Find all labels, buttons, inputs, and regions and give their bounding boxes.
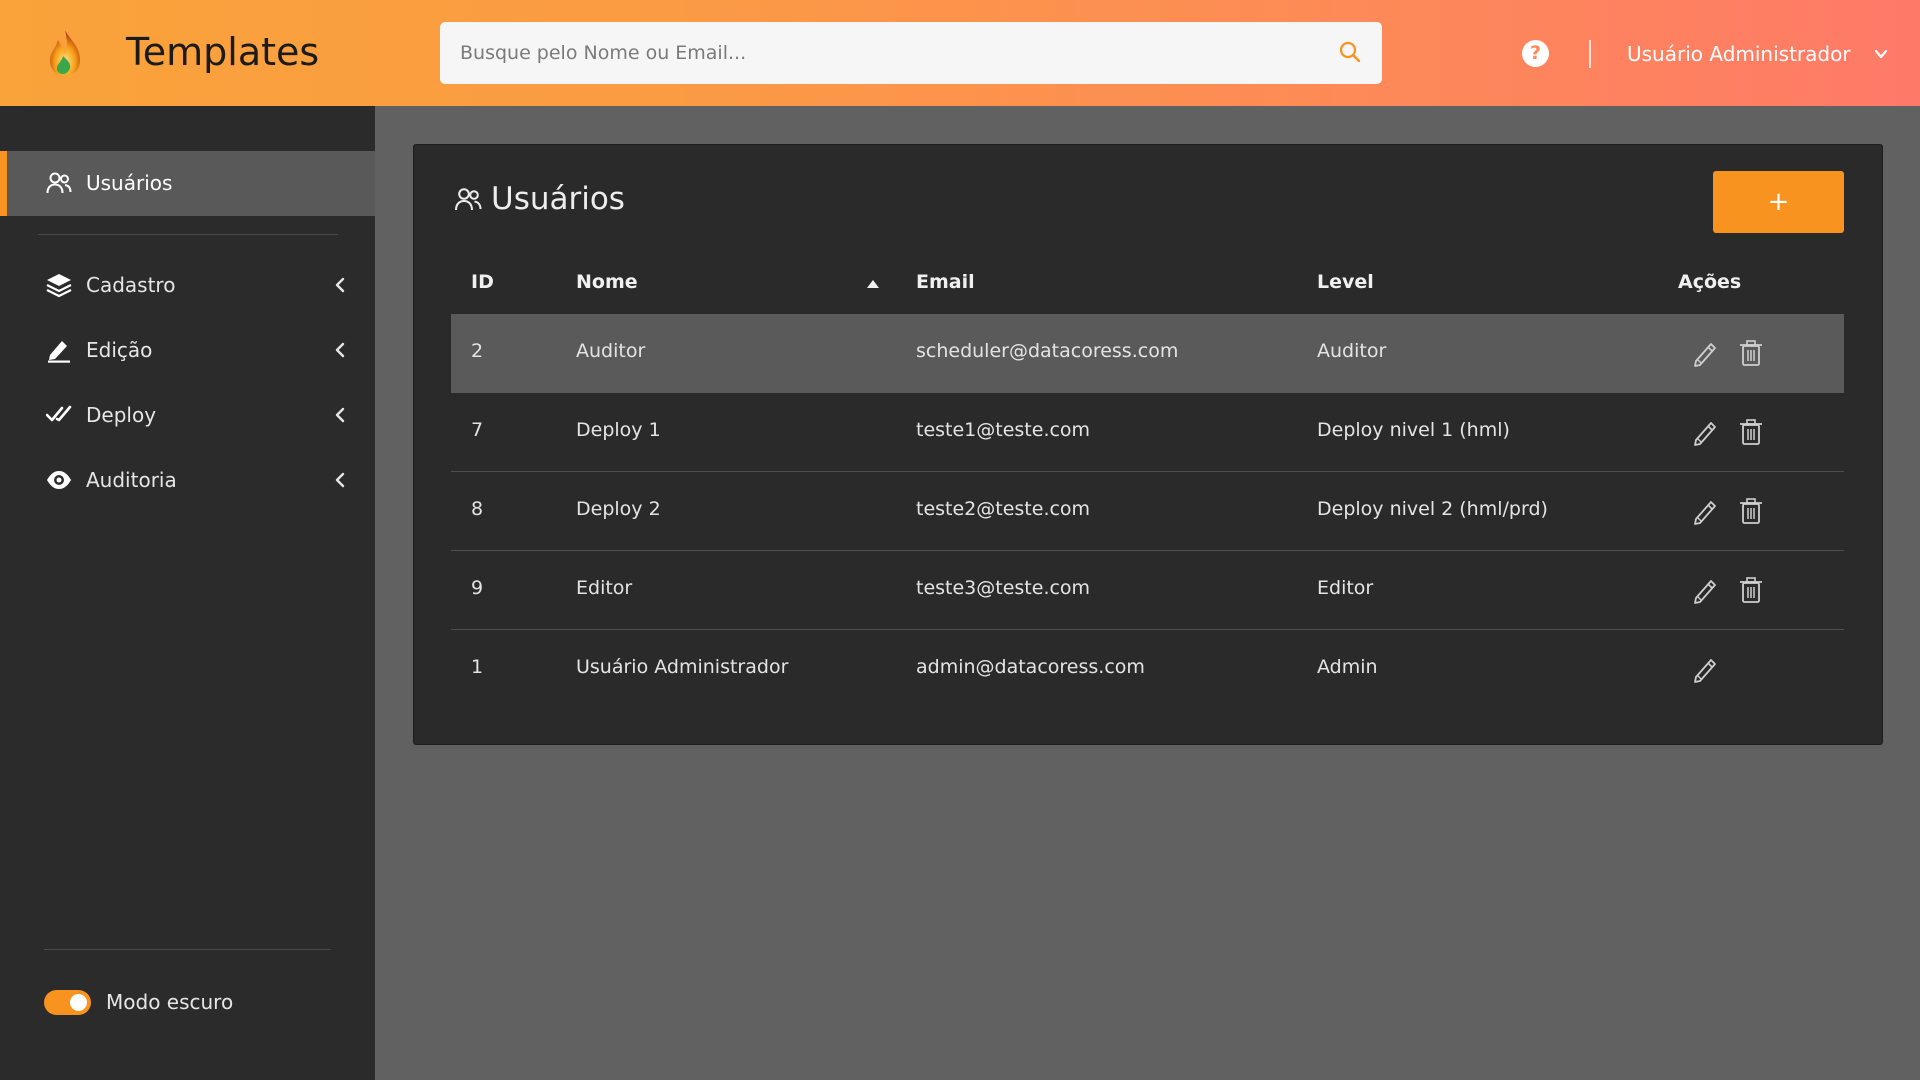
user-name: Usuário Administrador	[1627, 42, 1851, 66]
cell-level: Deploy nivel 2 (hml/prd)	[1317, 498, 1548, 520]
sidebar-item-auditoria[interactable]: Auditoria	[0, 455, 375, 505]
cell-email: teste3@teste.com	[916, 577, 1091, 599]
chevron-down-icon[interactable]	[1873, 46, 1889, 62]
chevron-left-icon	[335, 407, 345, 423]
sidebar-item-label: Usuários	[86, 171, 173, 195]
dark-mode-toggle[interactable]	[44, 990, 91, 1015]
cell-id: 7	[471, 419, 484, 441]
table-header: ID Nome Email Level Ações	[451, 257, 1844, 314]
cell-email: admin@datacoress.com	[916, 656, 1145, 678]
column-header-acoes: Ações	[1678, 271, 1742, 293]
users-table: ID Nome Email Level Ações 2 Auditor schedu…	[451, 257, 1844, 709]
double-check-icon	[46, 405, 72, 422]
cell-level: Editor	[1317, 577, 1374, 599]
sidebar-item-label: Edição	[86, 338, 153, 362]
sidebar-item-usuarios[interactable]: Usuários	[0, 151, 375, 216]
users-card: Usuários + ID Nome Email Level Ações 2 Au…	[413, 144, 1883, 745]
sidebar: Usuários Cadastro Edição Deploy Auditori…	[0, 106, 375, 1080]
search-icon[interactable]	[1338, 40, 1362, 64]
cell-id: 2	[471, 340, 484, 362]
sidebar-item-edicao[interactable]: Edição	[0, 325, 375, 375]
sidebar-divider	[44, 949, 331, 950]
delete-trash-icon[interactable]	[1737, 338, 1765, 368]
column-header-level[interactable]: Level	[1317, 271, 1374, 293]
cell-email: teste1@teste.com	[916, 419, 1091, 441]
cell-level: Auditor	[1317, 340, 1387, 362]
cell-nome: Auditor	[576, 340, 646, 362]
pen-icon	[48, 341, 70, 363]
edit-pencil-icon[interactable]	[1691, 417, 1719, 447]
delete-trash-icon[interactable]	[1737, 496, 1765, 526]
sidebar-item-cadastro[interactable]: Cadastro	[0, 260, 375, 310]
cell-email: scheduler@datacoress.com	[916, 340, 1179, 362]
edit-pencil-icon[interactable]	[1691, 338, 1719, 368]
app-title: Templates	[126, 30, 320, 74]
help-icon[interactable]: ?	[1522, 40, 1549, 67]
cell-email: teste2@teste.com	[916, 498, 1091, 520]
sidebar-item-label: Auditoria	[86, 468, 177, 492]
header-divider	[1589, 40, 1591, 68]
page-title: Usuários	[454, 181, 625, 217]
flame-logo-icon	[50, 30, 80, 76]
chevron-left-icon	[335, 277, 345, 293]
cell-nome: Deploy 1	[576, 419, 661, 441]
eye-icon	[47, 471, 71, 489]
delete-trash-icon[interactable]	[1737, 575, 1765, 605]
sidebar-divider	[38, 234, 338, 235]
cell-nome: Deploy 2	[576, 498, 661, 520]
cell-level: Deploy nivel 1 (hml)	[1317, 419, 1510, 441]
sidebar-item-label: Cadastro	[86, 273, 176, 297]
cell-nome: Editor	[576, 577, 633, 599]
edit-pencil-icon[interactable]	[1691, 575, 1719, 605]
add-user-button[interactable]: +	[1713, 171, 1844, 233]
table-row[interactable]: 9 Editor teste3@teste.com Editor	[451, 551, 1844, 630]
table-row[interactable]: 2 Auditor scheduler@datacoress.com Auditor	[451, 314, 1844, 393]
page-title-text: Usuários	[491, 181, 625, 217]
users-icon	[455, 188, 482, 211]
cell-id: 8	[471, 498, 484, 520]
search-box[interactable]	[440, 22, 1382, 84]
chevron-left-icon	[335, 472, 345, 488]
search-input[interactable]	[440, 22, 1320, 84]
edit-pencil-icon[interactable]	[1691, 654, 1719, 684]
user-menu[interactable]: Usuário Administrador	[1627, 40, 1889, 68]
top-header: Templates ? Usuário Administrador	[0, 0, 1920, 106]
dark-mode-label: Modo escuro	[106, 990, 234, 1014]
sort-asc-icon[interactable]	[866, 279, 880, 289]
cell-level: Admin	[1317, 656, 1378, 678]
table-row[interactable]: 8 Deploy 2 teste2@teste.com Deploy nivel 2 …	[451, 472, 1844, 551]
column-header-email[interactable]: Email	[916, 271, 975, 293]
table-body: 2 Auditor scheduler@datacoress.com Auditor 7…	[451, 314, 1844, 709]
cell-nome: Usuário Administrador	[576, 656, 789, 678]
chevron-left-icon	[335, 342, 345, 358]
sidebar-item-label: Deploy	[86, 403, 157, 427]
edit-pencil-icon[interactable]	[1691, 496, 1719, 526]
column-header-id[interactable]: ID	[471, 271, 494, 293]
cell-id: 9	[471, 577, 484, 599]
table-row[interactable]: 1 Usuário Administrador admin@datacoress.c…	[451, 630, 1844, 709]
delete-trash-icon[interactable]	[1737, 417, 1765, 447]
users-icon	[46, 172, 72, 194]
sidebar-item-deploy[interactable]: Deploy	[0, 390, 375, 440]
column-header-nome[interactable]: Nome	[576, 271, 638, 293]
layers-icon	[46, 274, 72, 298]
toggle-knob	[70, 994, 87, 1011]
cell-id: 1	[471, 656, 484, 678]
table-row[interactable]: 7 Deploy 1 teste1@teste.com Deploy nivel 1 …	[451, 393, 1844, 472]
